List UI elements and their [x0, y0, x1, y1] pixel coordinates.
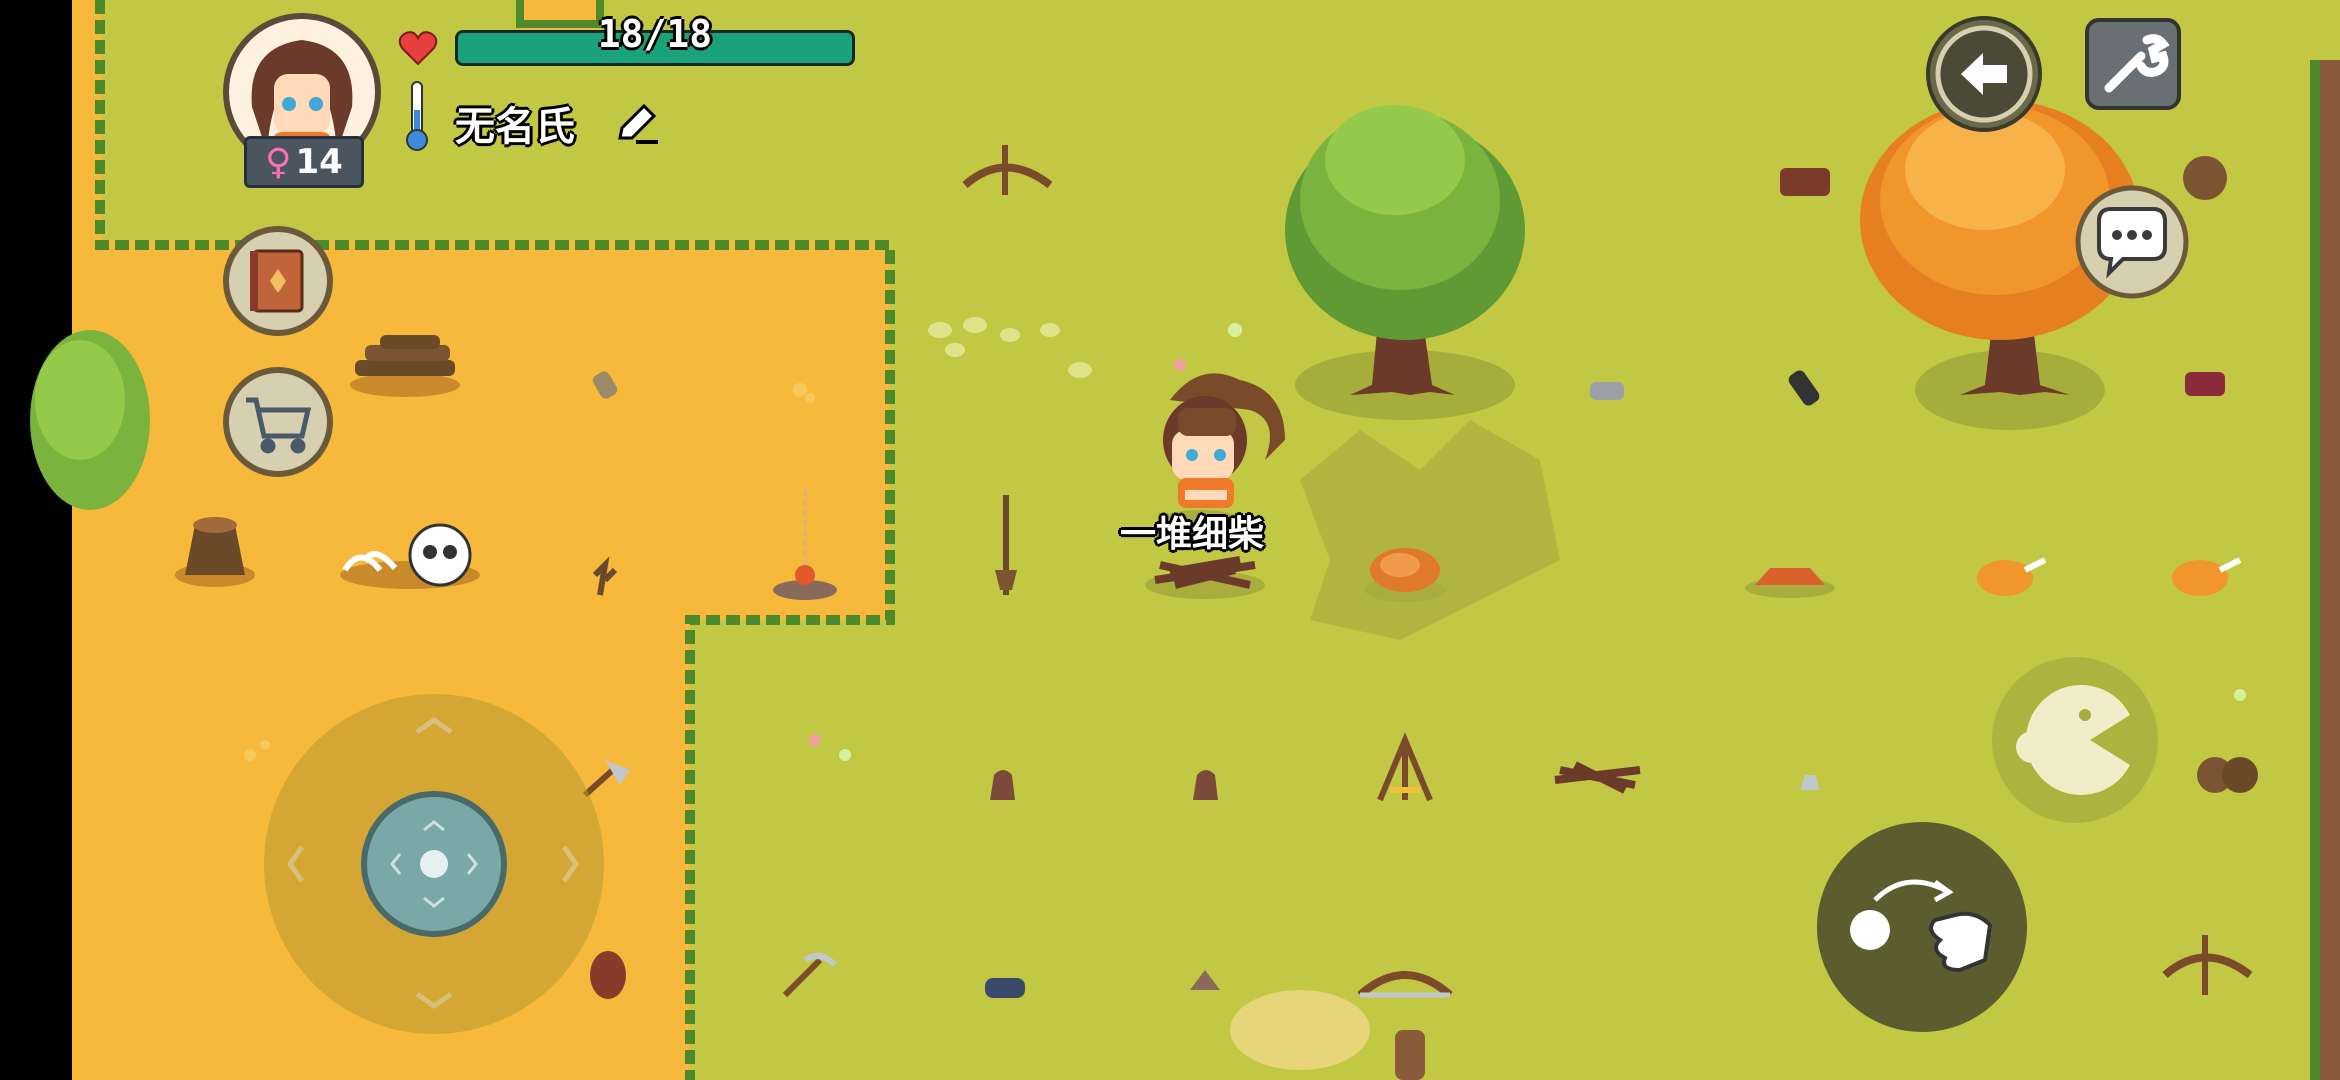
- edit-name-icon[interactable]: [612, 100, 662, 146]
- level-value: 14: [295, 142, 343, 182]
- green-tree[interactable]: [1285, 105, 1525, 420]
- heart-icon: [398, 31, 438, 66]
- level-badge: ♀ 14: [244, 136, 364, 188]
- joystick-thumb: [361, 791, 507, 937]
- female-icon: ♀: [265, 141, 292, 183]
- stone[interactable]: [1590, 382, 1624, 400]
- meat-basket[interactable]: [1780, 168, 1830, 196]
- throw-button[interactable]: [1815, 820, 2029, 1038]
- twig-pile[interactable]: [1145, 556, 1265, 599]
- settings-button[interactable]: [2085, 18, 2181, 114]
- log-bundle[interactable]: [2197, 757, 2258, 793]
- flint-blue[interactable]: [985, 978, 1025, 998]
- bush-left[interactable]: [30, 330, 150, 510]
- book-icon: [250, 249, 304, 313]
- shop-button[interactable]: [222, 366, 334, 482]
- health-text: 18/18: [597, 12, 713, 56]
- wood-log-end[interactable]: [2183, 156, 2227, 200]
- raw-meat[interactable]: [2185, 372, 2225, 396]
- virtual-joystick[interactable]: [262, 692, 606, 1040]
- hover-item-label: 一堆细柴: [1120, 514, 1265, 555]
- thermometer-icon: [406, 81, 428, 151]
- chat-button[interactable]: [2075, 185, 2189, 303]
- eat-button[interactable]: [1990, 655, 2160, 829]
- back-button[interactable]: [1925, 15, 2043, 137]
- journal-button[interactable]: [222, 225, 334, 341]
- player-name: 无名氏: [455, 104, 575, 150]
- clay-pot[interactable]: [1395, 1030, 1425, 1080]
